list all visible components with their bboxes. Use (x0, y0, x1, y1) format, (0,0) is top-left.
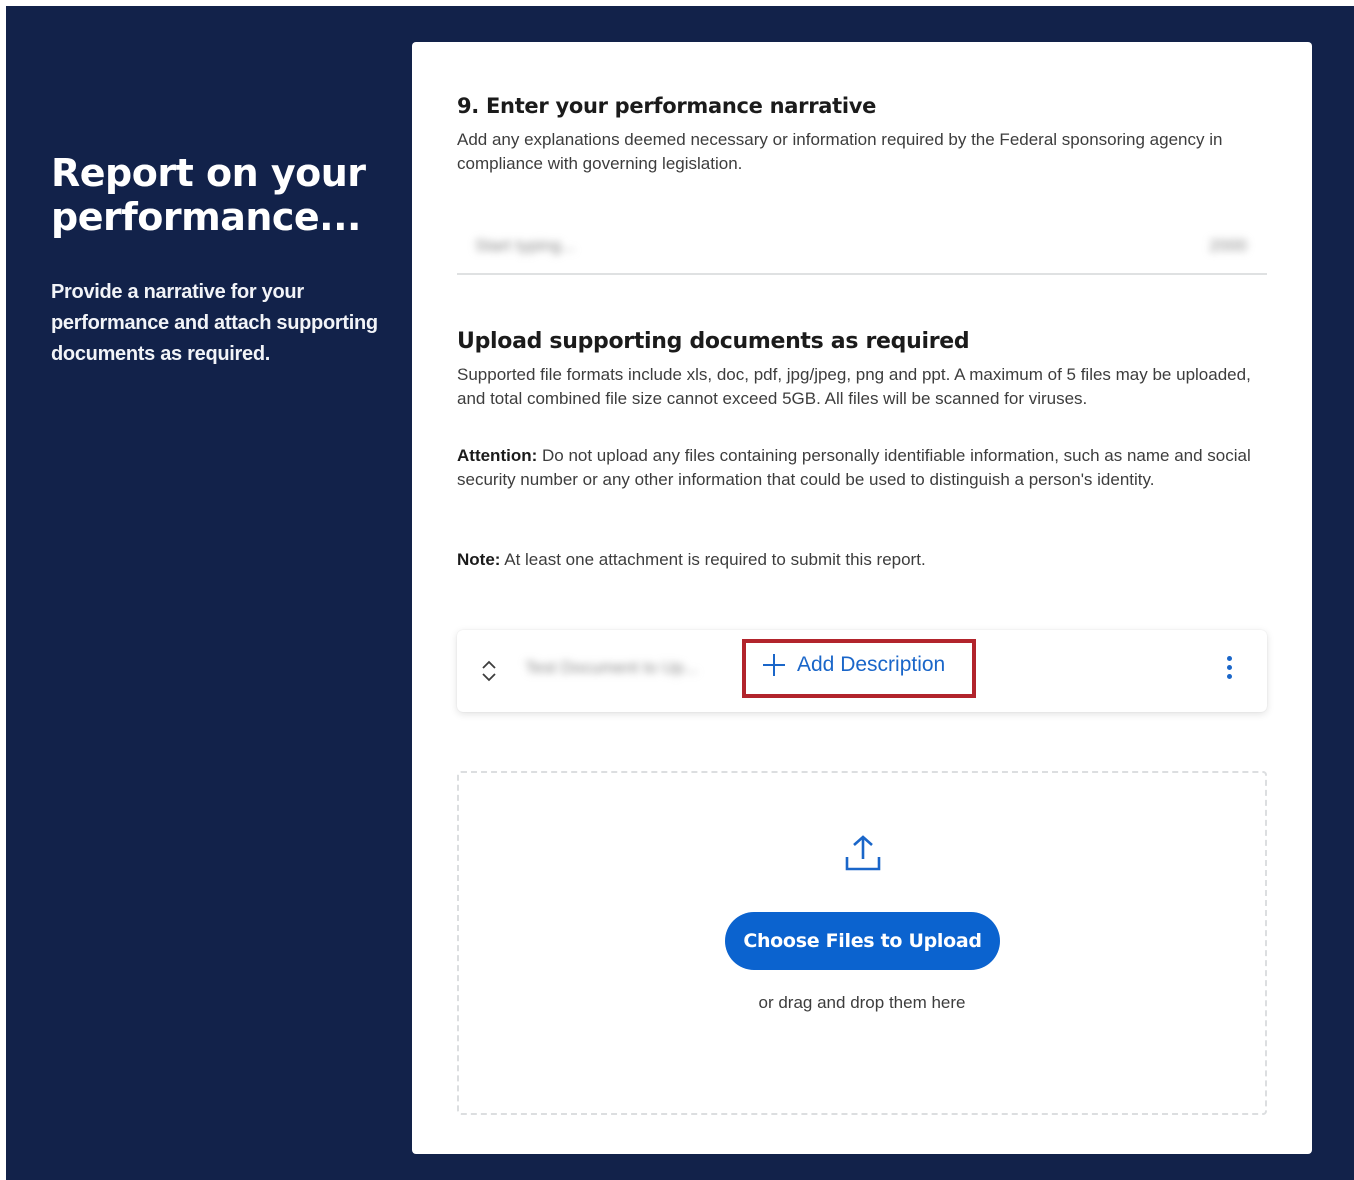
uploaded-file-item: Test Document to Up... Add Description (457, 630, 1267, 712)
attention-notice: Attention: Do not upload any files conta… (457, 444, 1267, 492)
page-background: Report on your performance... Provide a … (6, 6, 1354, 1180)
intro-panel: Report on your performance... Provide a … (51, 151, 401, 370)
narrative-input[interactable]: Start typing... 2000 (457, 222, 1267, 275)
file-formats-text: Supported file formats include xls, doc,… (457, 365, 1251, 408)
note-notice: Note: At least one attachment is require… (457, 548, 1267, 572)
choose-files-button[interactable]: Choose Files to Upload (725, 912, 1000, 970)
drag-drop-text: or drag and drop them here (758, 993, 966, 1012)
narrative-placeholder: Start typing... (475, 236, 576, 255)
attention-label: Attention: (457, 446, 538, 465)
page-description: Provide a narrative for your performance… (51, 281, 378, 365)
narrative-help-text: Add any explanations deemed necessary or… (457, 130, 1223, 173)
file-name: Test Document to Up... (525, 658, 698, 677)
file-dropzone[interactable]: Choose Files to Upload or drag and drop … (457, 771, 1267, 1115)
kebab-menu-icon[interactable] (1225, 656, 1233, 684)
note-text: At least one attachment is required to s… (500, 550, 926, 569)
add-description-label: Add Description (797, 653, 946, 676)
character-counter: 2000 (1209, 236, 1247, 255)
note-label: Note: (457, 550, 501, 569)
add-description-button[interactable]: Add Description (763, 653, 945, 677)
page-title: Report on your performance... (51, 151, 366, 239)
form-card: 9. Enter your performance narrative Add … (412, 42, 1312, 1154)
narrative-heading: 9. Enter your performance narrative (457, 94, 877, 118)
plus-icon (763, 654, 785, 676)
reorder-icon[interactable] (479, 658, 499, 684)
attention-text: Do not upload any files containing perso… (457, 446, 1251, 489)
upload-icon (845, 835, 881, 871)
upload-heading: Upload supporting documents as required (457, 329, 970, 354)
